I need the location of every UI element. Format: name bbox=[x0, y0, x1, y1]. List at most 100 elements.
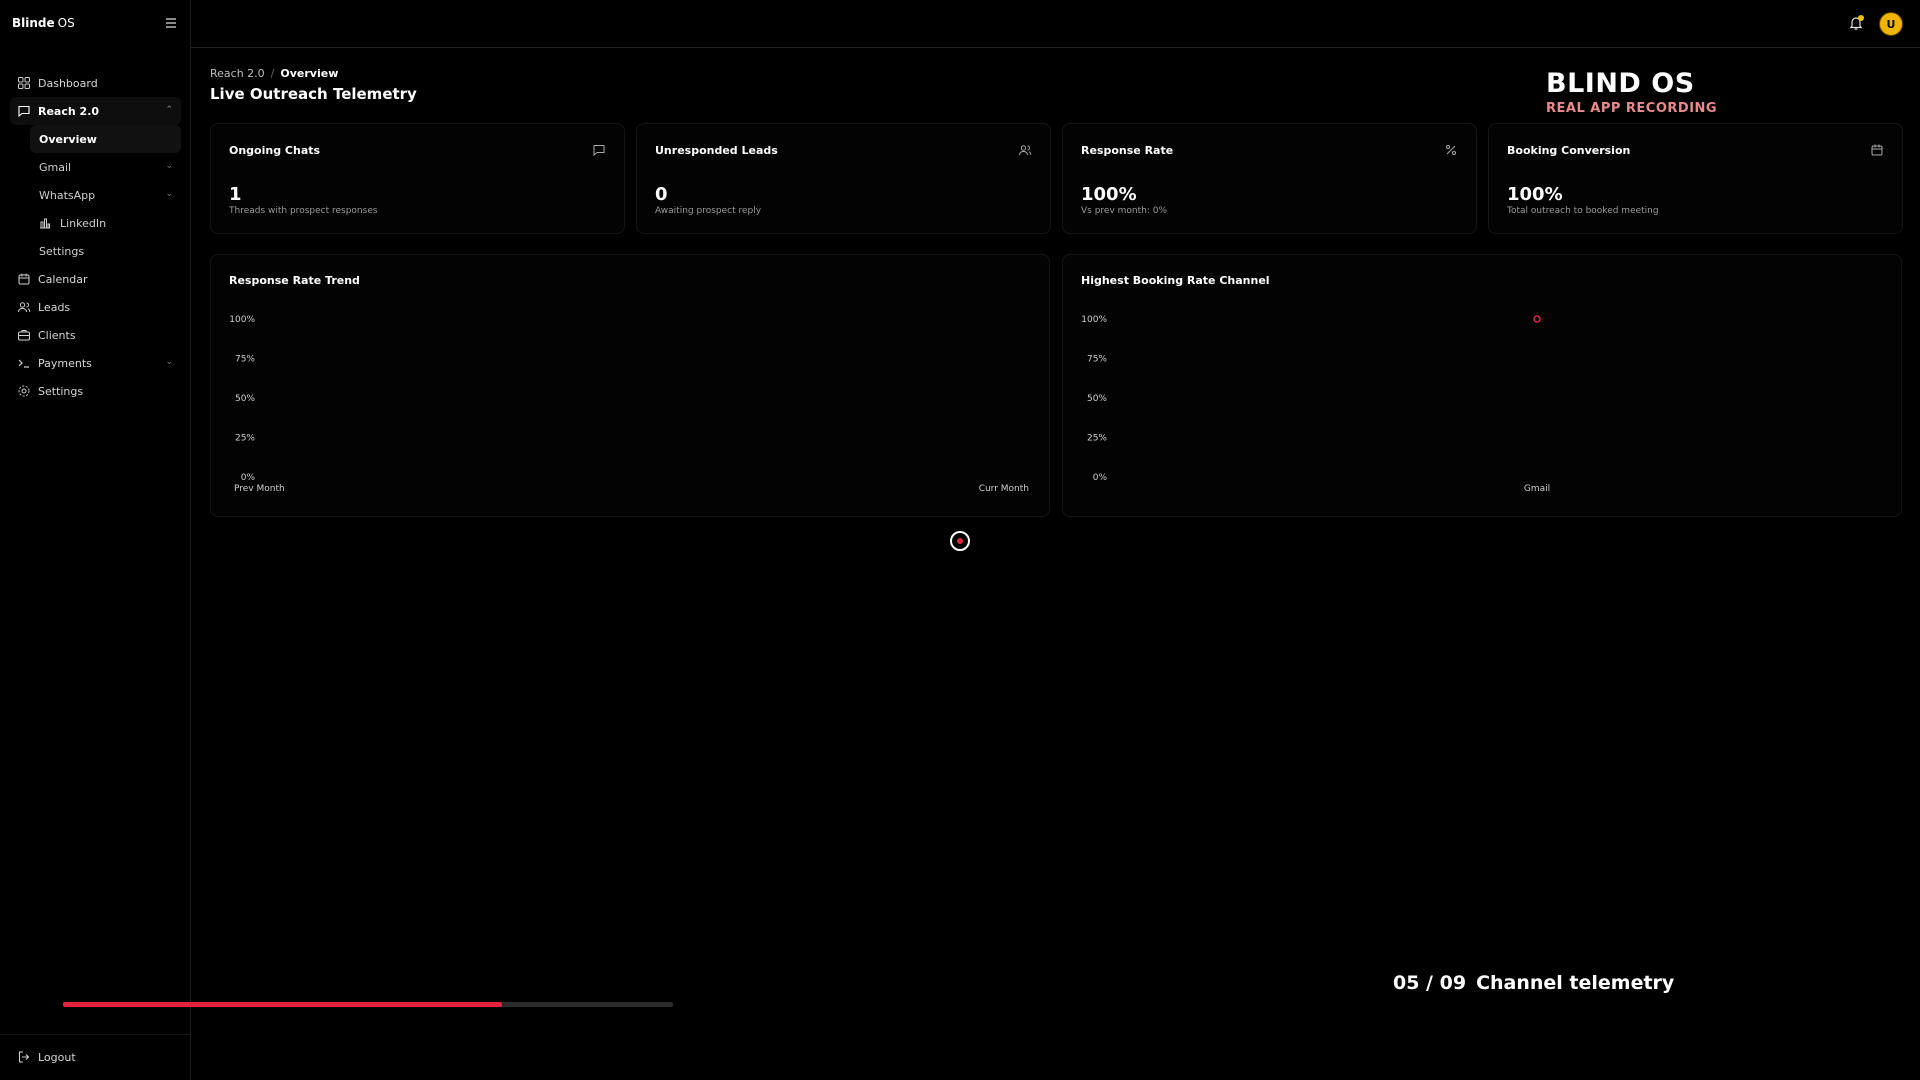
logout-button[interactable]: Logout bbox=[10, 1043, 180, 1071]
avatar[interactable]: U bbox=[1879, 12, 1903, 36]
stat-description: Total outreach to booked meeting bbox=[1507, 206, 1659, 216]
stat-card-unresponded-leads: Unresponded Leads 0 Awaiting prospect re… bbox=[636, 123, 1051, 234]
sidebar-item-label: Overview bbox=[39, 132, 97, 146]
message-icon bbox=[18, 105, 30, 118]
x-tick-label: Prev Month bbox=[234, 484, 285, 494]
stat-card-response-rate: Response Rate 100% Vs prev month: 0% bbox=[1062, 123, 1477, 234]
watermark-subtitle: REAL APP RECORDING bbox=[1546, 101, 1718, 116]
chevron-up-icon: ⌃ bbox=[165, 105, 173, 115]
stat-card-ongoing-chats: Ongoing Chats 1 Threads with prospect re… bbox=[210, 123, 625, 234]
gear-icon bbox=[18, 385, 30, 397]
stat-label: Booking Conversion bbox=[1507, 144, 1631, 157]
chart-card-response-trend: Response Rate Trend 100% 75% 50% 25% 0% Prev … bbox=[210, 254, 1050, 517]
sidebar-item-leads[interactable]: Leads bbox=[10, 293, 181, 321]
sidebar-item-label: Dashboard bbox=[38, 76, 98, 90]
sidebar: Blinde OS Dashboard Reach 2.0 ⌃ Overview … bbox=[0, 0, 191, 1080]
sidebar-item-label: Leads bbox=[38, 300, 71, 314]
notification-dot bbox=[1858, 15, 1864, 21]
stat-label: Response Rate bbox=[1081, 144, 1174, 157]
sidebar-item-dashboard[interactable]: Dashboard bbox=[10, 69, 181, 97]
users-icon bbox=[18, 302, 31, 313]
x-tick-label: Gmail bbox=[1524, 484, 1550, 494]
y-tick-label: 100% bbox=[229, 315, 255, 325]
sidebar-item-clients[interactable]: Clients bbox=[10, 321, 181, 349]
breadcrumb-parent[interactable]: Reach 2.0 bbox=[210, 67, 265, 80]
briefcase-icon bbox=[18, 330, 30, 341]
stat-label: Unresponded Leads bbox=[655, 144, 778, 157]
y-tick-label: 50% bbox=[235, 394, 255, 404]
y-tick-label: 75% bbox=[1087, 355, 1107, 365]
y-tick-label: 0% bbox=[241, 473, 256, 483]
y-tick-label: 25% bbox=[235, 434, 255, 444]
sidebar-divider bbox=[0, 1034, 191, 1035]
sidebar-item-settings[interactable]: Settings bbox=[10, 377, 181, 405]
breadcrumb: Reach 2.0 / Overview bbox=[210, 67, 338, 80]
menu-toggle-icon[interactable] bbox=[164, 16, 178, 30]
chevron-down-icon: ⌄ bbox=[165, 161, 173, 171]
sidebar-item-label: Settings bbox=[39, 244, 85, 258]
chart-bar-icon bbox=[40, 218, 50, 229]
y-tick-label: 0% bbox=[1093, 473, 1108, 483]
top-bar: U bbox=[191, 0, 1920, 48]
breadcrumb-separator: / bbox=[270, 67, 275, 80]
sidebar-item-payments[interactable]: Payments ⌄ bbox=[10, 349, 181, 377]
y-tick-label: 25% bbox=[1087, 434, 1107, 444]
data-point[interactable] bbox=[1533, 315, 1541, 323]
sidebar-item-label: Gmail bbox=[39, 160, 72, 174]
progress-fill bbox=[63, 1002, 503, 1007]
calendar-icon bbox=[1871, 144, 1883, 156]
stat-description: Threads with prospect responses bbox=[229, 206, 378, 216]
progress-bar bbox=[63, 1002, 673, 1007]
stat-value: 1 bbox=[229, 184, 242, 205]
stat-value: 100% bbox=[1507, 184, 1563, 205]
step-number: 05 / 09 bbox=[1393, 972, 1467, 994]
step-caption: 05 / 09 Channel telemetry bbox=[1393, 972, 1674, 994]
stat-description: Awaiting prospect reply bbox=[655, 206, 762, 216]
sidebar-subitem-settings[interactable]: Settings bbox=[30, 237, 181, 265]
stat-card-booking-conversion: Booking Conversion 100% Total outreach t… bbox=[1488, 123, 1903, 234]
stat-label: Ongoing Chats bbox=[229, 144, 321, 157]
page-title: Live Outreach Telemetry bbox=[210, 85, 417, 103]
sidebar-item-label: Settings bbox=[38, 384, 84, 398]
logout-icon bbox=[18, 1051, 30, 1063]
response-trend-chart: 100% 75% 50% 25% 0%Prev Month Curr Month bbox=[229, 315, 1029, 494]
stat-description: Vs prev month: 0% bbox=[1081, 206, 1168, 216]
sidebar-subitem-whatsapp[interactable]: WhatsApp ⌄ bbox=[30, 181, 181, 209]
grid-icon bbox=[18, 77, 30, 89]
sidebar-item-label: Calendar bbox=[38, 272, 88, 286]
sidebar-item-label: Clients bbox=[38, 328, 76, 342]
brand-name-light: OS bbox=[57, 16, 75, 30]
brand-name-bold: Blinde bbox=[12, 16, 55, 30]
chevron-down-icon: ⌄ bbox=[165, 189, 173, 199]
step-label: Channel telemetry bbox=[1476, 972, 1675, 994]
y-tick-label: 75% bbox=[235, 355, 255, 365]
sidebar-item-label: LinkedIn bbox=[60, 216, 107, 230]
breadcrumb-current: Overview bbox=[280, 67, 339, 80]
stat-value: 0 bbox=[655, 184, 668, 205]
chevron-down-icon: ⌄ bbox=[165, 357, 173, 367]
users-icon bbox=[1019, 145, 1032, 156]
booking-channel-chart: 100% 75% 50% 25% 0% Gmail bbox=[1081, 315, 1550, 494]
calendar-icon bbox=[18, 273, 30, 285]
percent-icon bbox=[1446, 145, 1456, 155]
stat-value: 100% bbox=[1081, 184, 1137, 205]
cursor-indicator bbox=[950, 531, 970, 551]
sidebar-subitem-linkedin[interactable]: LinkedIn bbox=[30, 209, 181, 237]
sidebar-item-label: WhatsApp bbox=[39, 188, 96, 202]
y-tick-label: 100% bbox=[1081, 315, 1107, 325]
terminal-icon bbox=[18, 359, 29, 368]
sidebar-item-label: Reach 2.0 bbox=[38, 104, 100, 118]
chat-icon bbox=[593, 145, 605, 157]
sidebar-subitem-overview[interactable]: Overview bbox=[30, 125, 181, 153]
y-tick-label: 50% bbox=[1087, 394, 1107, 404]
sidebar-nav: Dashboard Reach 2.0 ⌃ Overview Gmail ⌄ W… bbox=[0, 69, 191, 405]
logout-label: Logout bbox=[38, 1050, 76, 1064]
sidebar-item-calendar[interactable]: Calendar bbox=[10, 265, 181, 293]
chart-card-booking-channel: Highest Booking Rate Channel 100% 75% 50% 2… bbox=[1062, 254, 1902, 517]
brand-logo[interactable]: Blinde OS bbox=[12, 16, 75, 30]
x-tick-label: Curr Month bbox=[979, 484, 1029, 494]
sidebar-item-label: Payments bbox=[38, 356, 92, 370]
sidebar-item-reach[interactable]: Reach 2.0 ⌃ bbox=[10, 97, 181, 125]
sidebar-subitem-gmail[interactable]: Gmail ⌄ bbox=[30, 153, 181, 181]
watermark-title: BLIND OS bbox=[1546, 68, 1695, 99]
